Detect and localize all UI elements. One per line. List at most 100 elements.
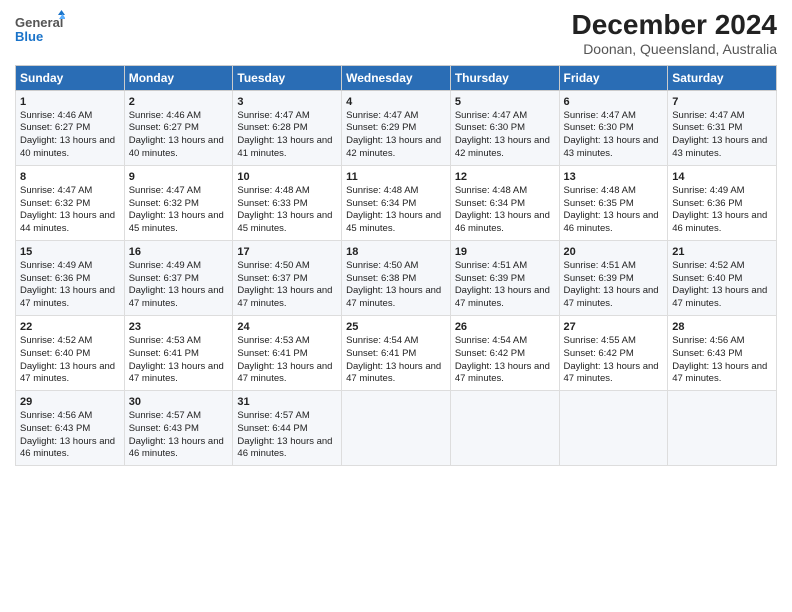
day-number: 17 <box>237 245 337 260</box>
sunrise-label: Sunrise: 4:52 AM <box>20 335 92 346</box>
calendar-cell: 14Sunrise: 4:49 AMSunset: 6:36 PMDayligh… <box>668 165 777 240</box>
daylight-label: Daylight: 13 hours and 47 minutes. <box>672 285 767 309</box>
sunset-label: Sunset: 6:27 PM <box>129 122 199 133</box>
sunrise-label: Sunrise: 4:49 AM <box>672 185 744 196</box>
page-subtitle: Doonan, Queensland, Australia <box>572 41 777 57</box>
daylight-label: Daylight: 13 hours and 46 minutes. <box>20 436 115 460</box>
day-number: 28 <box>672 320 772 335</box>
day-number: 24 <box>237 320 337 335</box>
sunrise-label: Sunrise: 4:51 AM <box>455 260 527 271</box>
day-number: 26 <box>455 320 555 335</box>
sunrise-label: Sunrise: 4:47 AM <box>346 110 418 121</box>
calendar-cell: 10Sunrise: 4:48 AMSunset: 6:33 PMDayligh… <box>233 165 342 240</box>
daylight-label: Daylight: 13 hours and 47 minutes. <box>20 285 115 309</box>
day-number: 11 <box>346 170 446 185</box>
col-tuesday: Tuesday <box>233 65 342 90</box>
day-number: 10 <box>237 170 337 185</box>
sunrise-label: Sunrise: 4:47 AM <box>20 185 92 196</box>
day-number: 25 <box>346 320 446 335</box>
day-number: 8 <box>20 170 120 185</box>
sunset-label: Sunset: 6:36 PM <box>20 273 90 284</box>
col-friday: Friday <box>559 65 668 90</box>
sunrise-label: Sunrise: 4:46 AM <box>129 110 201 121</box>
sunset-label: Sunset: 6:43 PM <box>672 348 742 359</box>
day-number: 23 <box>129 320 229 335</box>
sunset-label: Sunset: 6:39 PM <box>564 273 634 284</box>
daylight-label: Daylight: 13 hours and 44 minutes. <box>20 210 115 234</box>
calendar-week-3: 15Sunrise: 4:49 AMSunset: 6:36 PMDayligh… <box>16 240 777 315</box>
col-monday: Monday <box>124 65 233 90</box>
daylight-label: Daylight: 13 hours and 47 minutes. <box>129 285 224 309</box>
day-number: 13 <box>564 170 664 185</box>
svg-text:Blue: Blue <box>15 29 43 44</box>
daylight-label: Daylight: 13 hours and 47 minutes. <box>129 361 224 385</box>
sunset-label: Sunset: 6:41 PM <box>237 348 307 359</box>
sunrise-label: Sunrise: 4:52 AM <box>672 260 744 271</box>
calendar-cell: 9Sunrise: 4:47 AMSunset: 6:32 PMDaylight… <box>124 165 233 240</box>
daylight-label: Daylight: 13 hours and 41 minutes. <box>237 135 332 159</box>
calendar-cell: 3Sunrise: 4:47 AMSunset: 6:28 PM Daylight… <box>233 90 342 165</box>
daylight-label: Daylight: 13 hours and 42 minutes. <box>455 135 550 159</box>
calendar-cell: 31Sunrise: 4:57 AMSunset: 6:44 PMDayligh… <box>233 391 342 466</box>
sunrise-label: Sunrise: 4:48 AM <box>564 185 636 196</box>
day-number: 27 <box>564 320 664 335</box>
sunrise-label: Sunrise: 4:46 AM <box>20 110 92 121</box>
sunrise-label: Sunrise: 4:53 AM <box>129 335 201 346</box>
day-number: 4 <box>346 95 446 110</box>
day-number: 12 <box>455 170 555 185</box>
logo-svg: General Blue <box>15 10 65 50</box>
col-sunday: Sunday <box>16 65 125 90</box>
svg-text:General: General <box>15 15 63 30</box>
sunset-label: Sunset: 6:28 PM <box>237 122 307 133</box>
sunset-label: Sunset: 6:30 PM <box>455 122 525 133</box>
sunrise-label: Sunrise: 4:47 AM <box>129 185 201 196</box>
calendar-cell <box>668 391 777 466</box>
sunset-label: Sunset: 6:29 PM <box>346 122 416 133</box>
sunset-label: Sunset: 6:35 PM <box>564 198 634 209</box>
daylight-label: Daylight: 13 hours and 46 minutes. <box>455 210 550 234</box>
calendar-cell <box>342 391 451 466</box>
sunrise-label: Sunrise: 4:49 AM <box>129 260 201 271</box>
daylight-label: Daylight: 13 hours and 45 minutes. <box>129 210 224 234</box>
sunrise-label: Sunrise: 4:49 AM <box>20 260 92 271</box>
calendar-cell: 15Sunrise: 4:49 AM Sunset: 6:36 PMDayligh… <box>16 240 125 315</box>
daylight-label: Daylight: 13 hours and 47 minutes. <box>455 285 550 309</box>
day-number: 3 <box>237 95 337 110</box>
calendar-cell: 11Sunrise: 4:48 AMSunset: 6:34 PMDayligh… <box>342 165 451 240</box>
daylight-label: Daylight: 13 hours and 46 minutes. <box>129 436 224 460</box>
calendar-cell: 1Sunrise: 4:46 AMSunset: 6:27 PMDaylight… <box>16 90 125 165</box>
daylight-label: Daylight: 13 hours and 47 minutes. <box>672 361 767 385</box>
sunset-label: Sunset: 6:43 PM <box>129 423 199 434</box>
daylight-label: Daylight: 13 hours and 40 minutes. <box>20 135 115 159</box>
calendar-cell: 17Sunrise: 4:50 AMSunset: 6:37 PMDayligh… <box>233 240 342 315</box>
calendar-cell: 19Sunrise: 4:51 AMSunset: 6:39 PMDayligh… <box>450 240 559 315</box>
day-number: 1 <box>20 95 120 110</box>
daylight-label: Daylight: 13 hours and 47 minutes. <box>20 361 115 385</box>
sunset-label: Sunset: 6:37 PM <box>237 273 307 284</box>
calendar-table: Sunday Monday Tuesday Wednesday Thursday… <box>15 65 777 466</box>
day-number: 20 <box>564 245 664 260</box>
calendar-week-2: 8Sunrise: 4:47 AMSunset: 6:32 PMDaylight… <box>16 165 777 240</box>
day-number: 6 <box>564 95 664 110</box>
sunrise-label: Sunrise: 4:53 AM <box>237 335 309 346</box>
day-number: 30 <box>129 395 229 410</box>
daylight-label: Daylight: 13 hours and 45 minutes. <box>237 210 332 234</box>
sunset-label: Sunset: 6:40 PM <box>20 348 90 359</box>
day-number: 2 <box>129 95 229 110</box>
sunset-label: Sunset: 6:37 PM <box>129 273 199 284</box>
col-wednesday: Wednesday <box>342 65 451 90</box>
title-block: December 2024 Doonan, Queensland, Austra… <box>572 10 777 57</box>
sunrise-label: Sunrise: 4:50 AM <box>237 260 309 271</box>
daylight-label: Daylight: 13 hours and 47 minutes. <box>237 361 332 385</box>
sunrise-label: Sunrise: 4:47 AM <box>237 110 309 121</box>
daylight-label: Daylight: 13 hours and 46 minutes. <box>237 436 332 460</box>
calendar-cell: 29Sunrise: 4:56 AMSunset: 6:43 PMDayligh… <box>16 391 125 466</box>
calendar-cell: 21Sunrise: 4:52 AMSunset: 6:40 PMDayligh… <box>668 240 777 315</box>
sunset-label: Sunset: 6:32 PM <box>129 198 199 209</box>
daylight-label: Daylight: 13 hours and 47 minutes. <box>564 285 659 309</box>
calendar-cell: 16Sunrise: 4:49 AMSunset: 6:37 PMDayligh… <box>124 240 233 315</box>
day-number: 15 <box>20 245 120 260</box>
sunrise-label: Sunrise: 4:54 AM <box>346 335 418 346</box>
calendar-cell: 30Sunrise: 4:57 AMSunset: 6:43 PMDayligh… <box>124 391 233 466</box>
sunset-label: Sunset: 6:33 PM <box>237 198 307 209</box>
